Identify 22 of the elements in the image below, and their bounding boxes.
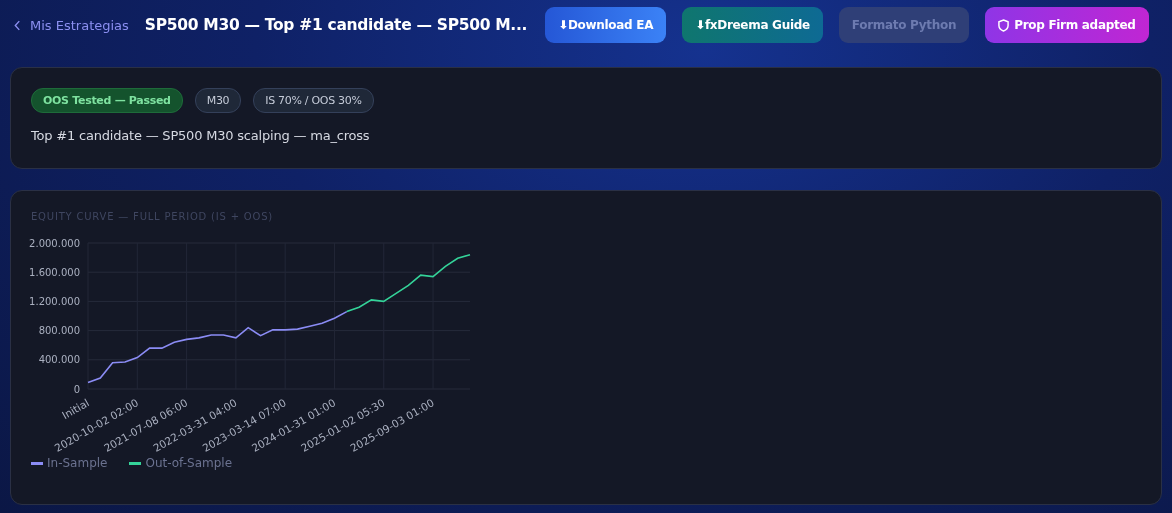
y-axis-label: 1.600.000 <box>29 266 80 278</box>
action-button[interactable]: ⬇fxDreema Guide <box>682 7 823 43</box>
y-axis-label: 800.000 <box>38 325 80 337</box>
legend-swatch <box>31 461 43 465</box>
strategy-description: Top #1 candidate — SP500 M30 scalping — ma_cross <box>31 128 371 143</box>
back-link[interactable]: Mis Estrategias <box>14 17 129 33</box>
action-button[interactable]: ⬇Download EA <box>545 7 667 43</box>
y-axis-label: 400.000 <box>38 354 80 366</box>
y-axis-label: 1.200.000 <box>29 295 80 307</box>
y-axis-label: 2.000.000 <box>29 237 80 249</box>
status-badge: OOS Tested — Passed <box>31 88 183 113</box>
action-button[interactable]: Prop Firm adapted <box>985 7 1149 43</box>
legend-label: In-Sample <box>47 456 108 470</box>
y-axis-label: 0 <box>73 383 80 395</box>
legend-swatch <box>129 461 142 465</box>
chevron-left-icon <box>14 19 21 31</box>
status-badge: IS 70% / OOS 30% <box>253 88 374 113</box>
chart-title: EQUITY CURVE — FULL PERIOD (IS + OOS) <box>31 211 274 222</box>
strategy-title: SP500 M30 — Top #1 candidate — SP500 M... <box>144 16 528 34</box>
shield-icon <box>998 18 1010 32</box>
legend-label: Out-of-Sample <box>145 456 232 470</box>
status-badge: M30 <box>194 88 242 113</box>
